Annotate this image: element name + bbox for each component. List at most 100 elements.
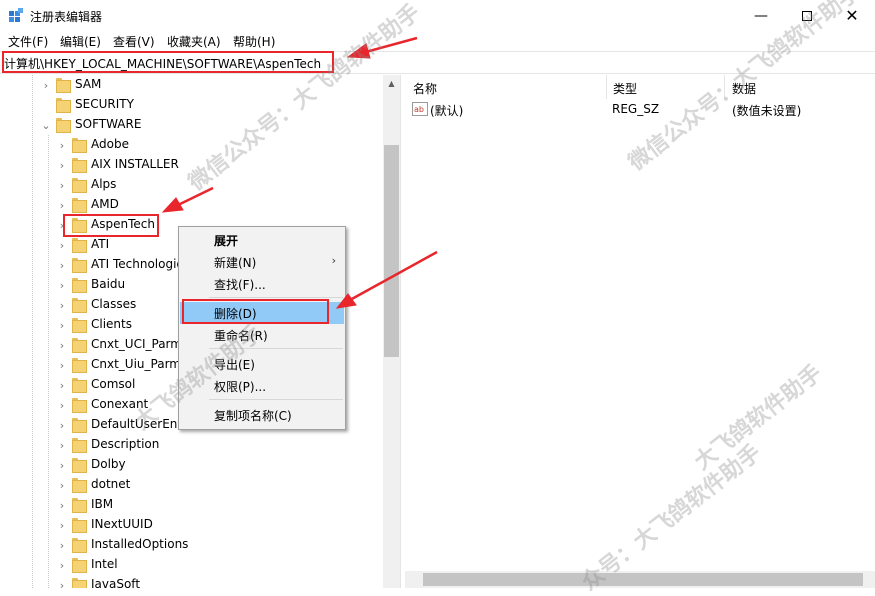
chevron-right-icon: › (331, 254, 336, 267)
chevron-right-icon[interactable]: › (56, 415, 68, 435)
folder-icon (72, 458, 87, 473)
menu-view[interactable]: 查看(V) (113, 33, 155, 50)
maximize-button[interactable] (784, 0, 830, 31)
folder-icon (72, 258, 87, 273)
column-header-name[interactable]: 名称 (405, 75, 607, 99)
chevron-right-icon[interactable]: › (56, 535, 68, 555)
menu-item-permissions[interactable]: 权限(P)... (180, 375, 344, 397)
chevron-right-icon[interactable]: › (56, 315, 68, 335)
scroll-up-icon[interactable]: ▲ (383, 75, 400, 92)
scroll-thumb[interactable] (384, 145, 399, 357)
tree-item-software-child[interactable]: › INextUUID (0, 515, 380, 535)
tree-vertical-scrollbar[interactable]: ▲ (383, 75, 400, 588)
scroll-thumb[interactable] (423, 573, 863, 586)
values-list-pane[interactable]: 名称 类型 数据 ab (默认) REG_SZ (数值未设置) (405, 75, 875, 588)
menu-help[interactable]: 帮助(H) (233, 33, 275, 50)
aspentech-annotation-box (63, 214, 159, 237)
chevron-right-icon[interactable]: › (56, 555, 68, 575)
chevron-right-icon[interactable]: › (56, 455, 68, 475)
folder-icon (72, 298, 87, 313)
chevron-right-icon[interactable]: › (56, 435, 68, 455)
menu-item-export[interactable]: 导出(E) (180, 353, 344, 375)
tree-item-software-child[interactable]: › Intel (0, 555, 380, 575)
menu-item-copy-key-name[interactable]: 复制项名称(C) (180, 404, 344, 426)
list-horizontal-scrollbar[interactable] (405, 571, 875, 588)
value-name: (默认) (430, 104, 464, 118)
minimize-button[interactable]: — (738, 0, 784, 31)
tree-item-software-child[interactable]: › AMD (0, 195, 380, 215)
chevron-right-icon[interactable]: › (56, 515, 68, 535)
chevron-right-icon[interactable]: › (56, 135, 68, 155)
menu-item-find[interactable]: 查找(F)... (180, 273, 344, 295)
chevron-right-icon[interactable]: › (56, 375, 68, 395)
tree-item-label: Comsol (91, 377, 136, 391)
chevron-right-icon[interactable]: › (56, 175, 68, 195)
context-menu: 展开 新建(N) › 查找(F)... 删除(D) 重命名(R) 导出(E) 权… (178, 226, 346, 430)
close-icon: ✕ (845, 6, 859, 25)
tree-item-label: Classes (91, 297, 137, 311)
folder-icon (72, 438, 87, 453)
tree-item-label: SOFTWARE (75, 117, 142, 131)
menu-item-label: 新建(N) (214, 256, 257, 270)
value-type: REG_SZ (612, 102, 660, 116)
tree-item-label: Clients (91, 317, 132, 331)
folder-icon (72, 558, 87, 573)
menu-edit[interactable]: 编辑(E) (60, 33, 101, 50)
folder-icon (72, 278, 87, 293)
folder-icon (72, 158, 87, 173)
folder-icon (56, 78, 71, 93)
close-button[interactable]: ✕ (829, 0, 875, 31)
tree-item-label: Adobe (91, 137, 129, 151)
delete-annotation-box (182, 299, 329, 324)
folder-icon (72, 478, 87, 493)
chevron-right-icon[interactable]: › (56, 335, 68, 355)
menu-item-expand[interactable]: 展开 (180, 229, 344, 251)
tree-item-software-child[interactable]: › AIX INSTALLER (0, 155, 380, 175)
chevron-right-icon[interactable]: › (56, 575, 68, 589)
menu-file[interactable]: 文件(F) (8, 33, 48, 50)
menu-item-rename[interactable]: 重命名(R) (180, 324, 344, 346)
folder-icon (72, 338, 87, 353)
chevron-right-icon[interactable]: › (56, 255, 68, 275)
menu-favorites[interactable]: 收藏夹(A) (167, 33, 221, 50)
string-value-icon: ab (412, 102, 428, 116)
menu-separator (209, 399, 343, 400)
menu-item-new[interactable]: 新建(N) › (180, 251, 344, 273)
tree-item-label: ATI (91, 237, 110, 251)
chevron-right-icon[interactable]: › (40, 75, 52, 95)
chevron-right-icon[interactable]: › (56, 155, 68, 175)
folder-icon (56, 98, 71, 113)
folder-icon (72, 138, 87, 153)
tree-item-software-child[interactable]: › Adobe (0, 135, 380, 155)
folder-icon (72, 238, 87, 253)
tree-item-software[interactable]: ⌄ SOFTWARE (0, 115, 380, 135)
folder-icon (72, 318, 87, 333)
tree-item-software-child[interactable]: › dotnet (0, 475, 380, 495)
chevron-down-icon[interactable]: ⌄ (40, 115, 52, 135)
chevron-right-icon[interactable]: › (56, 275, 68, 295)
chevron-right-icon[interactable]: › (56, 395, 68, 415)
chevron-right-icon[interactable]: › (56, 475, 68, 495)
tree-item-sam[interactable]: › SAM (0, 75, 380, 95)
tree-item-software-child[interactable]: › JavaSoft (0, 575, 380, 588)
tree-item-security[interactable]: SECURITY (0, 95, 380, 115)
menu-separator (209, 297, 343, 298)
tree-item-software-child[interactable]: › Alps (0, 175, 380, 195)
chevron-right-icon[interactable]: › (56, 355, 68, 375)
column-header-type[interactable]: 类型 (605, 75, 725, 99)
tree-item-software-child[interactable]: › InstalledOptions (0, 535, 380, 555)
folder-icon (72, 498, 87, 513)
menu-bar: 文件(F) 编辑(E) 查看(V) 收藏夹(A) 帮助(H) (0, 31, 875, 51)
tree-item-software-child[interactable]: › Description (0, 435, 380, 455)
folder-icon (72, 418, 87, 433)
chevron-right-icon[interactable]: › (56, 295, 68, 315)
tree-item-label: JavaSoft (91, 577, 141, 588)
column-header-data[interactable]: 数据 (724, 75, 875, 99)
chevron-right-icon[interactable]: › (56, 235, 68, 255)
tree-item-software-child[interactable]: › Dolby (0, 455, 380, 475)
folder-icon (72, 358, 87, 373)
chevron-right-icon[interactable]: › (56, 495, 68, 515)
maximize-icon (802, 10, 812, 21)
chevron-right-icon[interactable]: › (56, 195, 68, 215)
tree-item-software-child[interactable]: › IBM (0, 495, 380, 515)
